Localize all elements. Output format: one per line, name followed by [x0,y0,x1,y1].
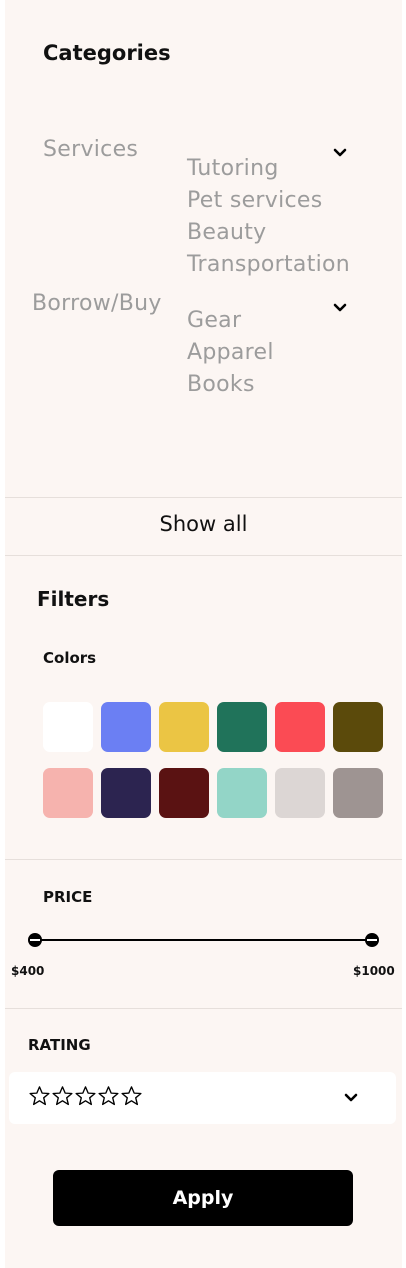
color-swatch[interactable] [217,702,267,752]
color-swatch[interactable] [333,768,383,818]
color-swatch[interactable] [159,702,209,752]
divider [5,497,402,498]
colors-heading: Colors [43,649,97,667]
borrow-buy-chevron-down-icon[interactable] [330,298,350,318]
rating-heading: RATING [28,1036,91,1054]
star-outline-icon[interactable] [97,1083,120,1109]
filters-heading: Filters [37,587,110,611]
category-borrow-buy[interactable]: Borrow/Buy [32,291,162,316]
divider [5,1008,402,1009]
star-outline-icon[interactable] [74,1083,97,1109]
price-slider-track[interactable] [36,939,372,941]
price-min-handle[interactable] [28,933,42,947]
rating-chevron-down-icon[interactable] [341,1088,361,1108]
price-max-handle[interactable] [365,933,379,947]
subcategory-tutoring[interactable]: Tutoring [187,153,350,185]
category-services[interactable]: Services [43,137,138,162]
borrow-buy-subcategory-list: Gear Apparel Books [187,305,274,401]
rating-select[interactable] [9,1072,396,1124]
show-all-link[interactable]: Show all [5,512,402,536]
price-heading: PRICE [43,888,93,906]
price-min-value: $400 [11,964,45,978]
subcategory-apparel[interactable]: Apparel [187,337,274,369]
subcategory-pet-services[interactable]: Pet services [187,185,350,217]
rating-stars [28,1083,143,1109]
color-swatch[interactable] [101,702,151,752]
subcategory-transportation[interactable]: Transportation [187,249,350,281]
star-outline-icon[interactable] [120,1083,143,1109]
star-outline-icon[interactable] [28,1083,51,1109]
color-swatch[interactable] [275,768,325,818]
color-swatch[interactable] [333,702,383,752]
color-swatch[interactable] [217,768,267,818]
subcategory-gear[interactable]: Gear [187,305,274,337]
star-outline-icon[interactable] [51,1083,74,1109]
color-swatch[interactable] [43,702,93,752]
subcategory-beauty[interactable]: Beauty [187,217,350,249]
divider [5,555,402,556]
services-subcategory-list: Tutoring Pet services Beauty Transportat… [187,153,350,281]
color-swatch[interactable] [275,702,325,752]
apply-button[interactable]: Apply [53,1170,353,1226]
color-swatch[interactable] [101,768,151,818]
color-swatch[interactable] [159,768,209,818]
subcategory-books[interactable]: Books [187,369,274,401]
color-swatch[interactable] [43,768,93,818]
price-max-value: $1000 [353,964,395,978]
divider [5,859,402,860]
categories-heading: Categories [43,41,171,65]
